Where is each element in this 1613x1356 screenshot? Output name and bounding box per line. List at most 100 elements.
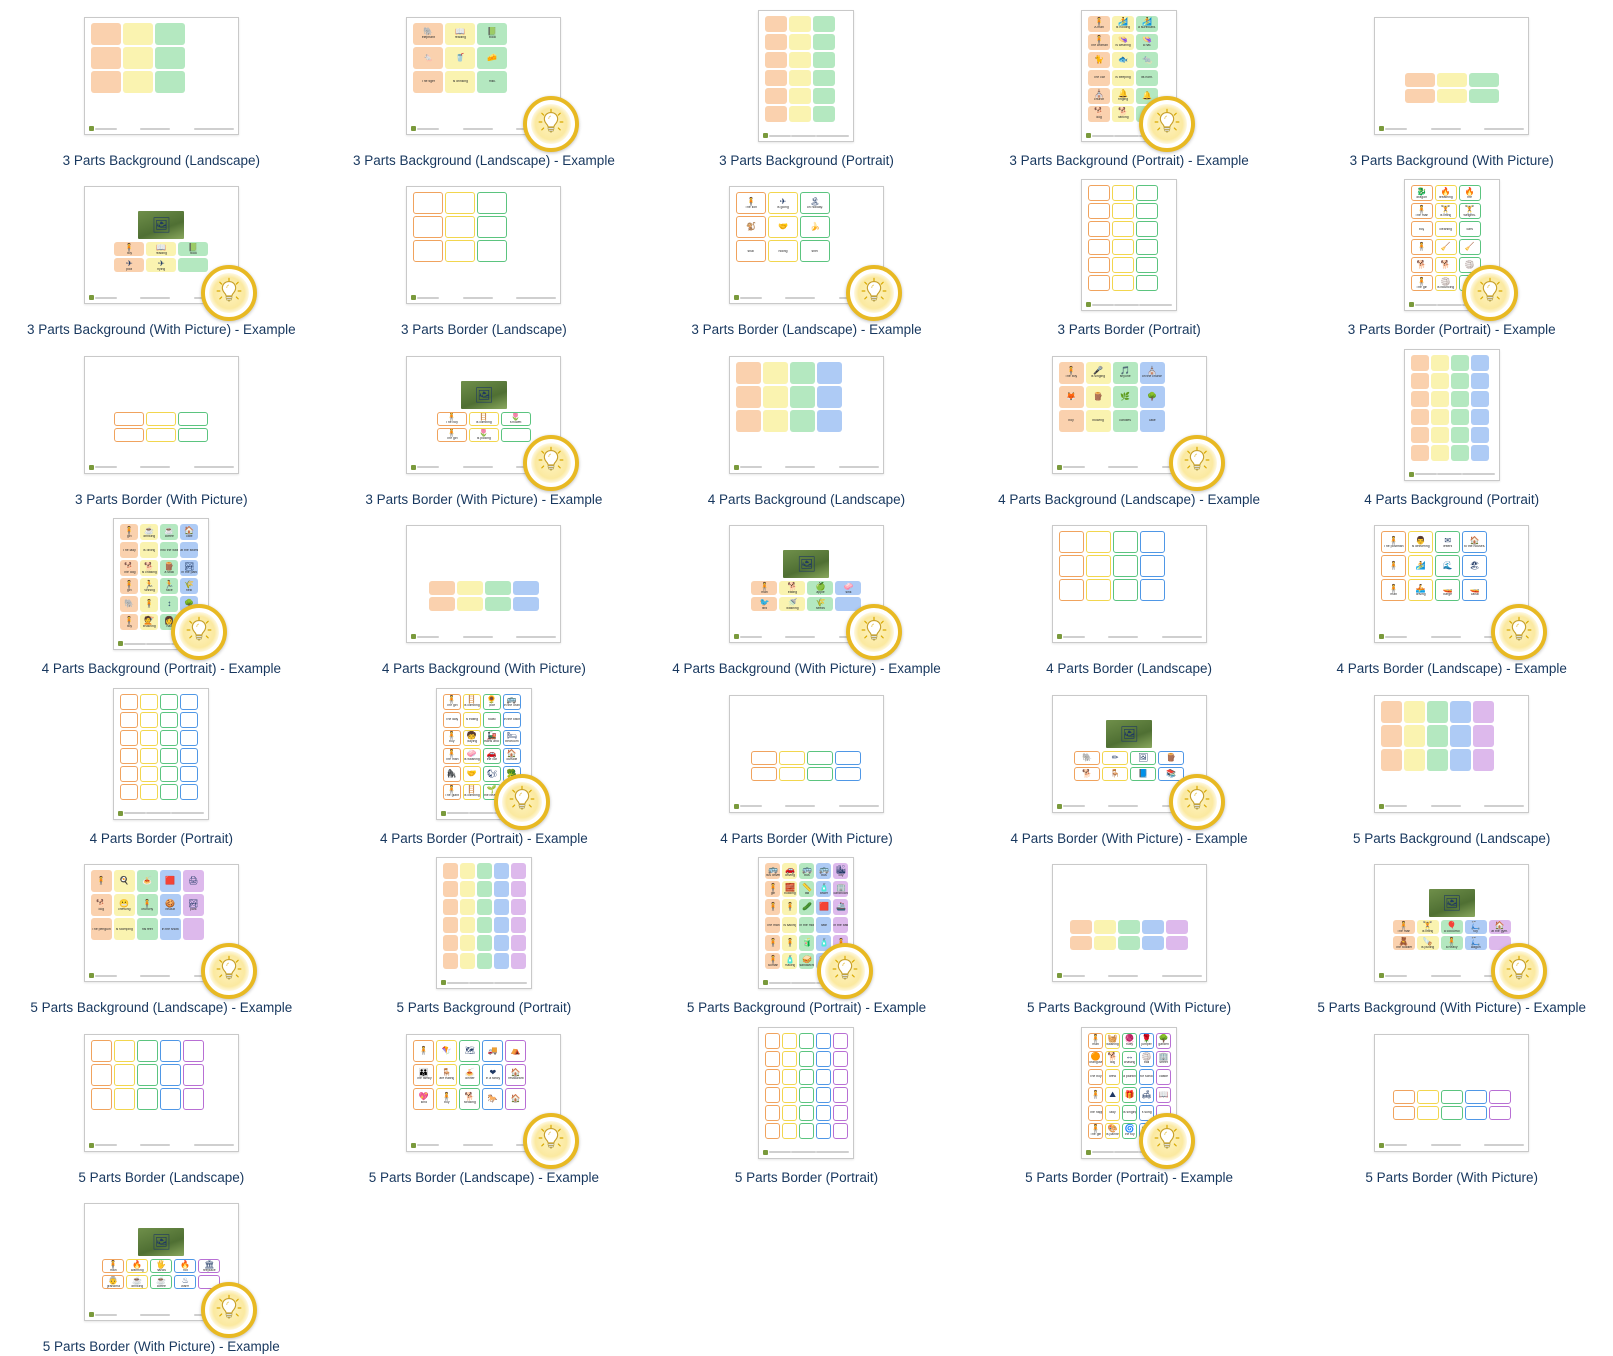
gallery-item[interactable]: 🖼 🐘 ✏ 🖼 🪵 🐕 🪑 📘 📚 4 Parts Border (With Picture) -… [968,678,1291,847]
gallery-item[interactable]: 3 Parts Border (Landscape) [323,169,646,338]
thumbnail-container[interactable] [1296,345,1607,485]
gallery-item[interactable]: 3 Parts Background (With Picture) [1290,0,1613,169]
sentence-card: 🪜 is climbing [468,411,499,426]
thumbnail-container[interactable]: 🧍 The lion ✈ is going 🏝 on holiday. 🐒 🤝 🍌 snail hi… [651,175,962,322]
gallery-item[interactable]: 🐘 elephant 📖 reading 📗 book 🐁 🥤 🧀 The tiger is dri… [323,0,646,169]
sentence-card [154,23,185,45]
sentence-card [140,693,159,710]
gallery-item[interactable]: 🧍 🍳 🍝 🟥 🖨 🐕 dog 😬 chewing 🧍 crunchy 🍪 biscuit 🏞 park Th… [0,847,323,1016]
thumbnail-container[interactable]: 🖼 🧍 The boy 🪜 is climbing 🌷 a flower. 🧍 The girl… [329,345,640,491]
thumbnail-container[interactable]: 🚌 bus driver 🚗 driving 🚌 bus 🚌 bus 🏙 city 🧍 girl 🧱 bu… [651,853,962,1000]
gallery-item[interactable]: 4 Parts Border (Portrait) [0,678,323,847]
thumbnail-container[interactable] [651,345,962,485]
sentence-card-grid: 🧍 man 🐕 eating 🍏 apple 🧼 sink 🐦 bird 🚿 washing 🌾 seed… [751,581,862,612]
sentence-card [789,409,815,432]
sentence-card [493,899,509,916]
gallery-item[interactable]: 🧍 The lion ✈ is going 🏝 on holiday. 🐒 🤝 🍌 snail hi… [645,169,968,338]
card-word-label: bus [821,873,827,877]
gallery-item[interactable]: 4 Parts Background (Landscape) [645,339,968,508]
thumbnail-container[interactable] [329,853,640,993]
sentence-card [510,953,526,970]
gallery-item[interactable]: 🖼 🧍 The man 🏋 is lifting 🎈 a colourful 🛴 toy 🏠 at … [1290,847,1613,1016]
thumbnail-container[interactable]: 🧍 A man 🏄 is holding 🏄 a surfboard. 🧍 The woman… [974,6,1285,152]
gallery-item[interactable]: 4 Parts Border (With Picture) [645,678,968,847]
gallery-item[interactable]: 🐉 dragon 🔥 breathing 🔥 fire 🧍 The man 🏋 is liftin… [1290,169,1613,338]
thumbnail-container[interactable] [1296,684,1607,824]
thumbnail-container[interactable] [651,684,962,824]
gallery-item[interactable]: 3 Parts Background (Portrait) [645,0,968,169]
thumbnail-container[interactable]: 🧍 man 🧺 washing 🧶 fluffy 🌹 jumper 🌳 garden 🟠 orangu… [974,1023,1285,1169]
thumbnail-container[interactable] [329,514,640,654]
thumbnail-container[interactable] [6,1023,317,1163]
gallery-item[interactable]: 5 Parts Background (Portrait) [323,847,646,1016]
thumbnail-container[interactable] [651,1023,962,1163]
thumbnail-container[interactable] [974,853,1285,993]
card-word-label: toast [488,718,496,722]
thumbnail-container[interactable] [6,345,317,485]
thumbnail-container[interactable]: 🖼 🐘 ✏ 🖼 🪵 🐕 🪑 📘 📚 [974,684,1285,830]
thumbnail-container[interactable]: 🖼 🧍 boy 📖 reading 📗 book ✈ pilot ✈ flying [6,175,317,322]
thumbnail-container[interactable]: 🐉 dragon 🔥 breathing 🔥 fire 🧍 The man 🏋 is liftin… [1296,175,1607,322]
resource-sheet-preview [83,355,239,474]
gallery-item[interactable]: 5 Parts Border (Landscape) [0,1017,323,1186]
card-symbol-icon: 🐟 [1118,55,1129,64]
thumbnail-container[interactable] [1296,1023,1607,1163]
gallery-item[interactable]: 🖼 🧍 man 🐕 eating 🍏 apple 🧼 sink 🐦 bird 🚿 washing 🌾 see… [645,508,968,677]
sentence-card: toast [482,711,501,728]
gallery-item[interactable]: 🧍 man 🧺 washing 🧶 fluffy 🌹 jumper 🌳 garden 🟠 orangu… [968,1017,1291,1186]
thumbnail-container[interactable] [6,684,317,824]
card-symbol-icon: ⛺ [510,1045,521,1055]
gallery-item[interactable]: 🧍 A man 🏄 is holding 🏄 a surfboard. 🧍 The woman… [968,0,1291,169]
sentence-card [160,783,179,800]
gallery-item[interactable]: 🖼 🧍 The boy 🪜 is climbing 🌷 a flower. 🧍 The girl… [323,339,646,508]
card-symbol-icon: 🧍 [1094,35,1105,45]
thumbnail-container[interactable]: 🧍 🍳 🍝 🟥 🖨 🐕 dog 😬 chewing 🧍 crunchy 🍪 biscuit 🏞 park Th… [6,853,317,1000]
thumbnail-container[interactable] [6,6,317,146]
gallery-item[interactable]: 🧍 girl ☕ drinking ☕ coffee 🏠 cafe The lady is div… [0,508,323,677]
thumbnail-container[interactable]: 🖼 🧍 man 🔥 warming 🖐 hands 🔥 hot 🏛 fireplace 👵 grandm… [6,1192,317,1339]
card-word-label: cars [1466,227,1473,231]
sentence-card: The penguin [90,918,112,941]
thumbnail-container[interactable] [1296,6,1607,146]
gallery-item[interactable]: 🧍The girl🪜is climbing🌻pole🚌in the orange… [323,678,646,847]
sentence-card: 🧱 building [782,881,798,898]
thumbnail-container[interactable]: 🖼 🧍 man 🐕 eating 🍏 apple 🧼 sink 🐦 bird 🚿 washing 🌾 see… [651,514,962,661]
thumbnail-container[interactable] [974,514,1285,654]
card-symbol-icon: 🧍 [1416,204,1427,214]
card-word-label: outside [506,758,518,762]
thumbnail-container[interactable]: 🐘 elephant 📖 reading 📗 book 🐁 🥤 🧀 The tiger is dri… [329,6,640,152]
gallery-item[interactable]: 4 Parts Background (With Picture) [323,508,646,677]
gallery-item[interactable]: 🧍 🪁 🗺 🚚 ⛺ 👪 The family 🪑 are eating 🍝 dinner ❤ in a … [323,1017,646,1186]
gallery-item[interactable]: 3 Parts Background (Landscape) [0,0,323,169]
sentence-card: ☕ drinking [140,524,159,541]
resource-sheet-preview [406,186,562,305]
sentence-card [833,1068,849,1085]
thumbnail-container[interactable] [651,6,962,146]
footer-text-line [1385,127,1408,130]
gallery-item[interactable]: 4 Parts Border (Landscape) [968,508,1291,677]
gallery-item[interactable]: 🚌 bus driver 🚗 driving 🚌 bus 🚌 bus 🏙 city 🧍 girl 🧱 bu… [645,847,968,1016]
gallery-item[interactable]: 🖼 🧍 boy 📖 reading 📗 book ✈ pilot ✈ flying 3 Parts B… [0,169,323,338]
gallery-item[interactable]: 5 Parts Background (With Picture) [968,847,1291,1016]
card-word-label: a song [1141,1111,1152,1115]
sentence-card: ♨ warm [174,1275,197,1290]
thumbnail-container[interactable]: 🧍 The boy 🎤 is singing 🎵 anyone ⛪ on the church… [974,345,1285,491]
gallery-item[interactable]: 4 Parts Background (Portrait) [1290,339,1613,508]
sentence-card: 🧍 The man [1410,203,1433,220]
thumbnail-container[interactable] [974,175,1285,315]
thumbnail-container[interactable]: 🧍 🪁 🗺 🚚 ⛺ 👪 The family 🪑 are eating 🍝 dinner ❤ in a … [329,1023,640,1169]
publisher-logo-icon [411,295,417,301]
gallery-item[interactable]: 5 Parts Background (Landscape) [1290,678,1613,847]
thumbnail-container[interactable]: 🧍The girl🪜is climbing🌻pole🚌in the orange… [329,684,640,830]
thumbnail-container[interactable]: 🖼 🧍 The man 🏋 is lifting 🎈 a colourful 🛴 toy 🏠 at … [1296,853,1607,1000]
gallery-item[interactable]: 🖼 🧍 man 🔥 warming 🖐 hands 🔥 hot 🏛 fireplace 👵 grandm… [0,1186,323,1355]
gallery-item[interactable]: 5 Parts Border (With Picture) [1290,1017,1613,1186]
thumbnail-container[interactable]: 🧍 girl ☕ drinking ☕ coffee 🏠 cafe The lady is div… [6,514,317,661]
gallery-item[interactable]: 🧍 The postman 👨 is delivering ✉ letters 🏠 to th… [1290,508,1613,677]
thumbnail-container[interactable] [329,175,640,315]
gallery-item[interactable]: 🧍 The boy 🎤 is singing 🎵 anyone ⛪ on the church… [968,339,1291,508]
gallery-item[interactable]: 5 Parts Border (Portrait) [645,1017,968,1186]
gallery-item[interactable]: 3 Parts Border (With Picture) [0,339,323,508]
gallery-item[interactable]: 3 Parts Border (Portrait) [968,169,1291,338]
thumbnail-container[interactable]: 🧍 The postman 👨 is delivering ✉ letters 🏠 to th… [1296,514,1607,661]
